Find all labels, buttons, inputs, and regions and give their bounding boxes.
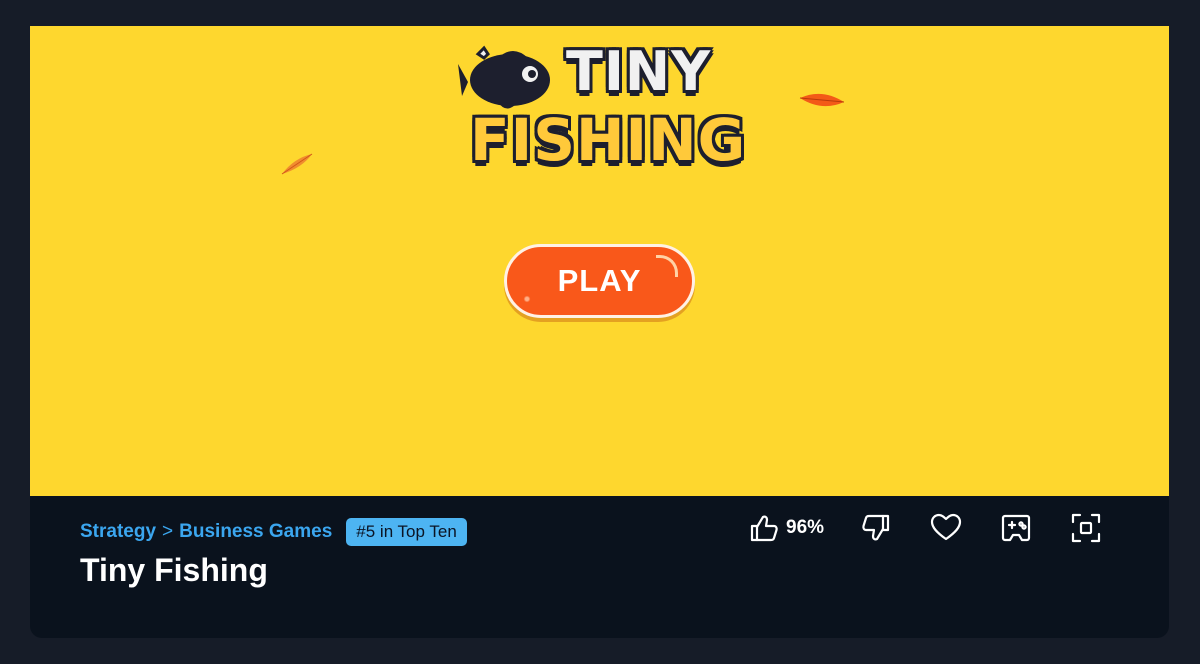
game-info-bar: Strategy > Business Games #5 in Top Ten … bbox=[30, 496, 1169, 638]
dislike-button[interactable] bbox=[858, 510, 894, 546]
fish-icon bbox=[458, 45, 550, 109]
favorite-button[interactable] bbox=[928, 510, 964, 546]
fullscreen-button[interactable] bbox=[1068, 510, 1104, 546]
fullscreen-icon bbox=[1071, 513, 1101, 543]
game-actions: 96% bbox=[748, 510, 1104, 546]
play-label: PLAY bbox=[557, 263, 642, 298]
thumbs-up-icon bbox=[750, 515, 778, 542]
like-button[interactable]: 96% bbox=[748, 510, 838, 546]
game-canvas[interactable]: TINY FISHING PLAY bbox=[30, 26, 1169, 496]
breadcrumb: Strategy > Business Games #5 in Top Ten bbox=[80, 518, 467, 546]
game-logo: TINY FISHING bbox=[458, 40, 748, 180]
gamepad-icon bbox=[1001, 514, 1031, 542]
play-button[interactable]: PLAY bbox=[504, 244, 695, 318]
logo-text-fishing: FISHING bbox=[470, 106, 747, 174]
like-percentage: 96% bbox=[786, 517, 825, 538]
heart-icon bbox=[930, 513, 962, 541]
play-sparkle bbox=[523, 295, 531, 303]
leaf-left bbox=[281, 153, 313, 175]
breadcrumb-strategy[interactable]: Strategy bbox=[80, 521, 156, 543]
game-title: Tiny Fishing bbox=[80, 552, 268, 588]
thumbs-down-icon bbox=[862, 514, 890, 541]
leaf-right bbox=[799, 93, 845, 107]
logo-text-tiny: TINY bbox=[566, 40, 712, 103]
breadcrumb-separator: > bbox=[162, 521, 174, 542]
breadcrumb-business-games[interactable]: Business Games bbox=[179, 521, 332, 543]
game-frame: TINY FISHING PLAY Strategy > Business Ga… bbox=[30, 26, 1169, 638]
play-shine bbox=[656, 255, 678, 277]
rank-badge[interactable]: #5 in Top Ten bbox=[346, 518, 467, 546]
gamepad-button[interactable] bbox=[998, 510, 1034, 546]
